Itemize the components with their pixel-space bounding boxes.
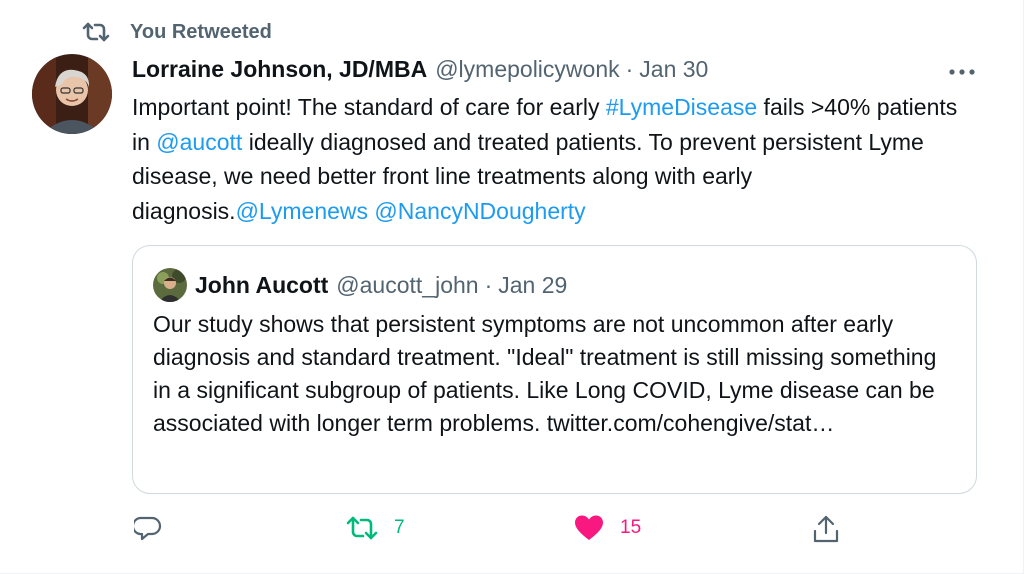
reply-icon xyxy=(134,514,162,542)
share-button[interactable] xyxy=(812,514,856,544)
retweet-banner: You Retweeted xyxy=(82,20,272,44)
tweet-header: Lorraine Johnson, JD/MBA @lymepolicywonk… xyxy=(132,56,708,83)
reply-button[interactable] xyxy=(134,514,178,542)
like-button[interactable]: 15 xyxy=(574,514,641,542)
quoted-tweet[interactable]: John Aucott @aucott_john · Jan 29 Our st… xyxy=(132,245,977,494)
quoted-author-handle[interactable]: @aucott_john xyxy=(336,272,478,299)
retweet-icon xyxy=(82,20,110,44)
quoted-tweet-link[interactable]: twitter.com/cohengive/stat… xyxy=(547,410,835,436)
author-name[interactable]: Lorraine Johnson, JD/MBA xyxy=(132,56,427,83)
separator-dot: · xyxy=(484,271,493,298)
retweet-banner-label: You Retweeted xyxy=(130,20,272,43)
hashtag-link[interactable]: #LymeDisease xyxy=(606,94,757,120)
quoted-tweet-header: John Aucott @aucott_john · Jan 29 xyxy=(153,268,567,302)
quoted-tweet-date[interactable]: Jan 29 xyxy=(498,272,567,299)
mention-link[interactable]: @NancyNDougherty xyxy=(374,198,585,224)
author-handle[interactable]: @lymepolicywonk xyxy=(435,56,619,83)
avatar[interactable] xyxy=(32,54,112,134)
quoted-author-name[interactable]: John Aucott xyxy=(195,272,328,299)
retweet-count: 7 xyxy=(394,517,405,538)
tweet-card[interactable]: You Retweeted Lorraine Johnson, JD/MBA @… xyxy=(0,0,1024,574)
tweet-text: Important point! The standard of care fo… xyxy=(132,90,962,228)
retweet-button[interactable]: 7 xyxy=(346,514,405,542)
mention-link[interactable]: @aucott xyxy=(156,129,242,155)
heart-icon xyxy=(574,514,604,542)
share-icon xyxy=(812,514,840,544)
quoted-tweet-text: Our study shows that persistent symptoms… xyxy=(153,308,953,440)
more-options-icon[interactable] xyxy=(944,60,980,84)
tweet-actions: 7 15 xyxy=(132,514,852,550)
tweet-text-segment: Important point! The standard of care fo… xyxy=(132,94,606,120)
mention-link[interactable]: @Lymenews xyxy=(236,198,368,224)
retweet-icon xyxy=(346,514,378,542)
separator-dot: · xyxy=(625,56,634,82)
tweet-date[interactable]: Jan 30 xyxy=(639,56,708,83)
quoted-avatar xyxy=(153,268,187,302)
like-count: 15 xyxy=(620,517,642,538)
